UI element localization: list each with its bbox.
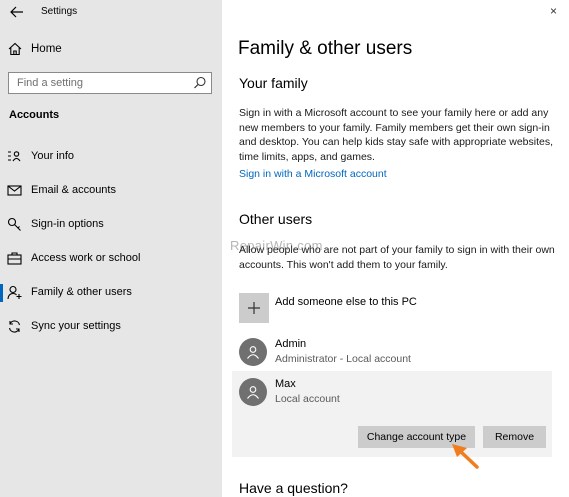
search-input[interactable]: Find a setting — [8, 72, 212, 94]
sidebar-item-sign-in-options[interactable]: Sign-in options — [0, 210, 222, 240]
home-label: Home — [31, 43, 62, 55]
sync-icon — [7, 319, 22, 334]
briefcase-icon — [7, 251, 22, 266]
sidebar-item-family-other-users[interactable]: Family & other users — [0, 278, 222, 308]
sidebar-item-label: Access work or school — [31, 252, 141, 264]
have-a-question-heading: Have a question? — [239, 480, 348, 496]
orange-pointer-arrow-icon — [452, 444, 479, 469]
user-account-type: Local account — [275, 393, 340, 405]
person-add-icon — [7, 285, 22, 300]
sidebar-item-access-work[interactable]: Access work or school — [0, 244, 222, 274]
sign-in-microsoft-link[interactable]: Sign in with a Microsoft account — [239, 168, 387, 180]
user-entry-max[interactable]: Max Local account — [239, 374, 559, 414]
your-family-heading: Your family — [239, 75, 308, 91]
your-family-description: Sign in with a Microsoft account to see … — [239, 107, 554, 163]
sidebar-item-label: Sync your settings — [31, 320, 121, 332]
user-avatar-icon — [239, 378, 267, 406]
add-someone-button[interactable]: Add someone else to this PC — [239, 293, 559, 323]
selected-user-panel: Max Local account Change account type Re… — [232, 371, 552, 457]
section-heading: Accounts — [9, 109, 60, 121]
sidebar-item-label: Sign-in options — [31, 218, 104, 230]
user-account-type: Administrator - Local account — [275, 353, 411, 365]
plus-icon — [239, 293, 269, 323]
user-avatar-icon — [239, 338, 267, 366]
user-entry-admin[interactable]: Admin Administrator - Local account — [239, 334, 559, 374]
watermark: RepairWin.com — [230, 238, 323, 253]
back-arrow-icon[interactable] — [9, 4, 25, 20]
home-icon — [8, 42, 22, 56]
app-title: Settings — [41, 6, 78, 17]
selected-indicator — [0, 284, 3, 302]
user-name: Admin — [275, 338, 307, 350]
user-name: Max — [275, 378, 296, 390]
other-users-heading: Other users — [239, 211, 313, 227]
sidebar-item-email-accounts[interactable]: Email & accounts — [0, 176, 222, 206]
sidebar-item-sync-settings[interactable]: Sync your settings — [0, 312, 222, 342]
key-icon — [7, 217, 22, 232]
remove-button[interactable]: Remove — [483, 426, 546, 448]
page-title: Family & other users — [238, 38, 413, 59]
sidebar-item-home[interactable]: Home — [0, 38, 222, 62]
sidebar-item-your-info[interactable]: Your info — [0, 142, 222, 172]
add-someone-label: Add someone else to this PC — [275, 296, 417, 308]
search-icon[interactable] — [193, 76, 207, 90]
sidebar: Settings Home Find a setting Accounts Yo… — [0, 0, 222, 497]
sidebar-item-label: Family & other users — [31, 286, 132, 298]
title-bar: Settings — [0, 0, 222, 24]
sidebar-item-label: Email & accounts — [31, 184, 116, 196]
mail-icon — [7, 183, 22, 198]
sidebar-item-label: Your info — [31, 150, 75, 162]
window-close-button[interactable]: × — [550, 4, 557, 18]
contact-card-icon — [7, 149, 22, 164]
search-placeholder: Find a setting — [17, 77, 84, 89]
